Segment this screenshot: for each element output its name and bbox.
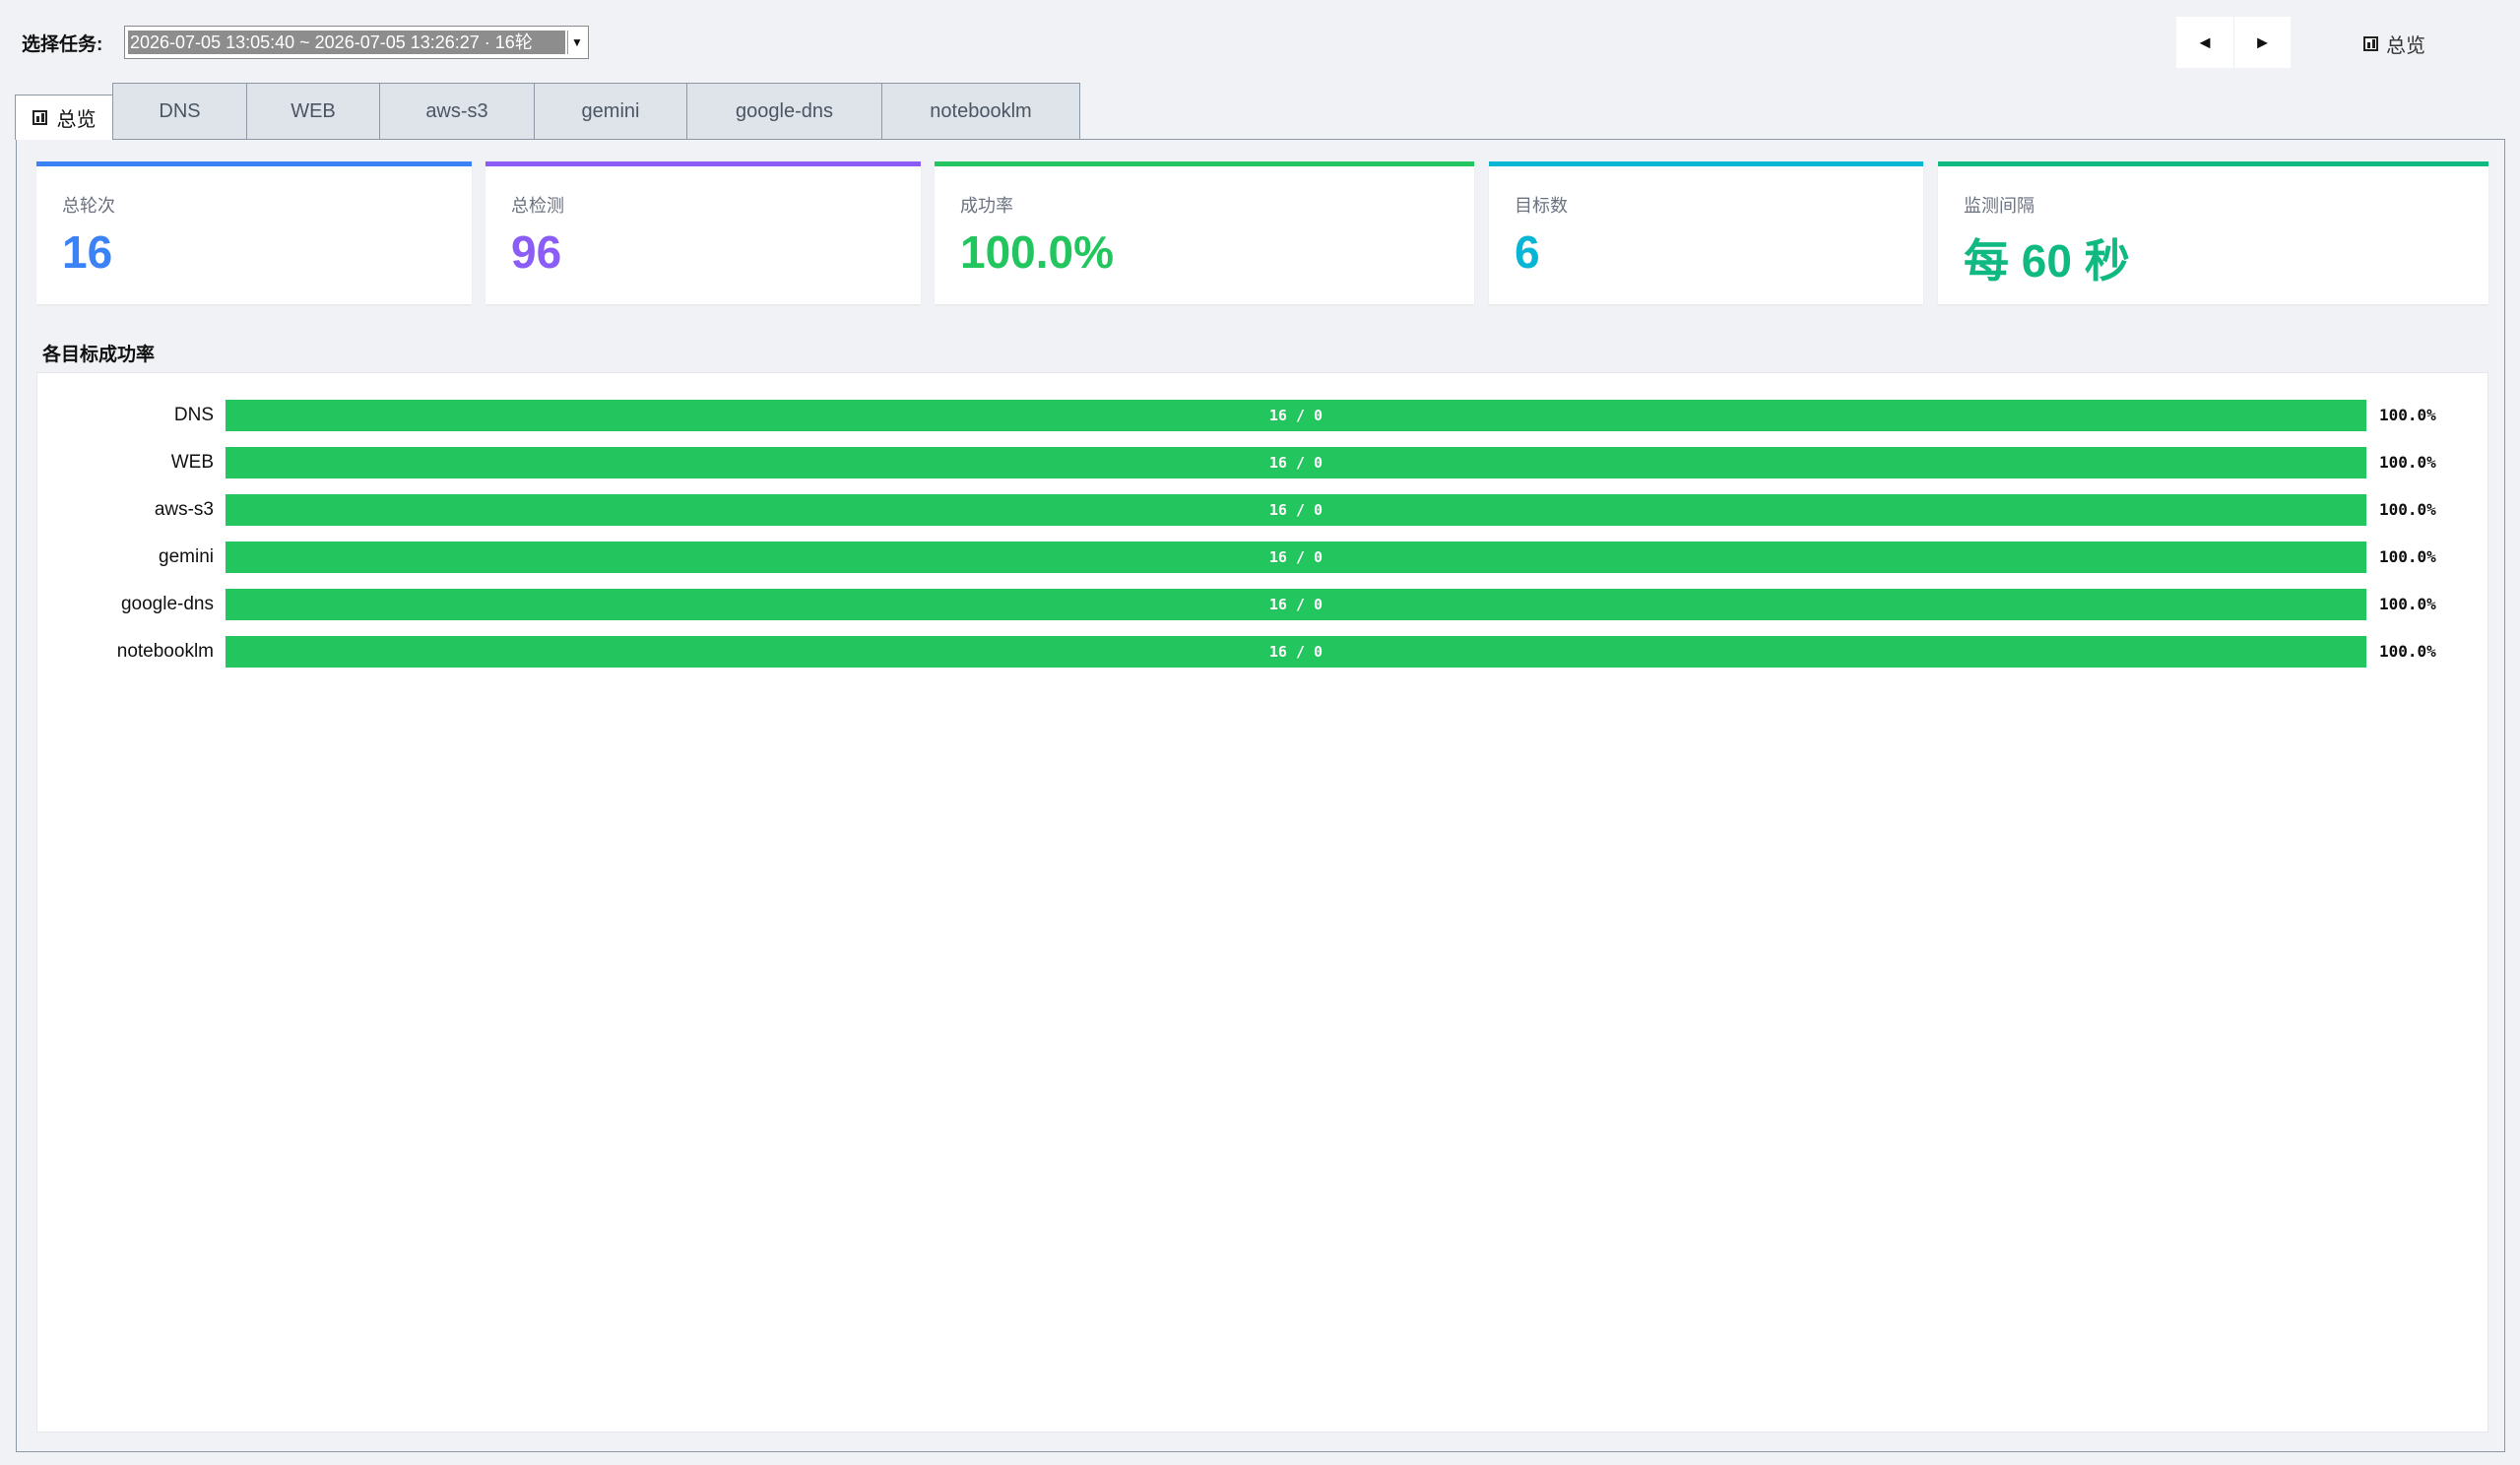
bar-chart-icon <box>32 110 47 125</box>
stat-cards: 总轮次 16 总检测 96 成功率 100.0% 目标数 6 监测间隔 每 60… <box>36 161 2488 304</box>
target-name: notebooklm <box>116 641 214 662</box>
tab-notebooklm[interactable]: notebooklm <box>881 83 1080 140</box>
target-count: 16 / 0 <box>1268 407 1324 424</box>
stat-label: 总检测 <box>511 196 564 216</box>
tab-label: aws-s3 <box>425 100 488 122</box>
task-select[interactable]: 2026-07-05 13:05:40 ~ 2026-07-05 13:26:2… <box>124 26 589 59</box>
round-nav: ◄ ► <box>2176 17 2291 68</box>
stat-value: 每 60 秒 <box>1964 235 2130 287</box>
target-row: google-dns 16 / 0 100.0% <box>37 589 2489 620</box>
stat-label: 监测间隔 <box>1964 196 2035 216</box>
stat-label: 目标数 <box>1515 196 1568 216</box>
stat-card-target-count: 目标数 6 <box>1489 161 1923 304</box>
target-bar-track: 16 / 0 <box>226 541 2366 573</box>
target-name: gemini <box>159 546 214 567</box>
target-name: google-dns <box>120 594 214 614</box>
tab-label: WEB <box>291 100 336 122</box>
tab-label: gemini <box>581 100 640 122</box>
target-row: gemini 16 / 0 100.0% <box>37 541 2489 573</box>
tab-aws-s3[interactable]: aws-s3 <box>379 83 535 140</box>
section-title: 各目标成功率 <box>42 345 156 365</box>
overview-button[interactable]: 总览 <box>2363 30 2425 58</box>
tab-overview[interactable]: 总览 <box>15 95 113 140</box>
stat-card-total-checks: 总检测 96 <box>485 161 921 304</box>
stat-card-total-rounds: 总轮次 16 <box>36 161 472 304</box>
overview-panel: 总轮次 16 总检测 96 成功率 100.0% 目标数 6 监测间隔 每 60… <box>16 139 2505 1452</box>
target-row: notebooklm 16 / 0 100.0% <box>37 636 2489 668</box>
target-row: DNS 16 / 0 100.0% <box>37 400 2489 431</box>
target-percent: 100.0% <box>2379 500 2436 519</box>
target-percent: 100.0% <box>2379 642 2436 661</box>
next-button[interactable]: ► <box>2233 17 2291 68</box>
tab-bar: 总览 DNS WEB aws-s3 gemini google-dns note… <box>15 81 1080 140</box>
target-percent: 100.0% <box>2379 595 2436 613</box>
target-count: 16 / 0 <box>1268 643 1324 661</box>
success-rate-chart: DNS 16 / 0 100.0% WEB 16 / 0 100.0% aws-… <box>36 372 2488 1433</box>
stat-label: 成功率 <box>960 196 1013 216</box>
target-name: WEB <box>170 452 214 473</box>
tab-label: notebooklm <box>930 100 1032 122</box>
target-count: 16 / 0 <box>1268 548 1324 566</box>
prev-button[interactable]: ◄ <box>2176 17 2233 68</box>
task-select-label: 选择任务: <box>22 34 103 55</box>
top-bar: 选择任务: 2026-07-05 13:05:40 ~ 2026-07-05 1… <box>0 0 2520 81</box>
tab-web[interactable]: WEB <box>246 83 380 140</box>
target-count: 16 / 0 <box>1268 501 1324 519</box>
target-count: 16 / 0 <box>1268 596 1324 613</box>
target-bar-track: 16 / 0 <box>226 447 2366 478</box>
stat-value: 96 <box>511 226 562 278</box>
target-percent: 100.0% <box>2379 453 2436 472</box>
overview-button-label: 总览 <box>2386 35 2425 57</box>
chevron-down-icon[interactable]: ▼ <box>567 31 586 54</box>
tab-label: 总览 <box>56 109 97 131</box>
stat-value: 16 <box>62 226 113 278</box>
target-row: WEB 16 / 0 100.0% <box>37 447 2489 478</box>
stat-value: 100.0% <box>960 226 1115 278</box>
stat-card-success-rate: 成功率 100.0% <box>935 161 1474 304</box>
target-name: aws-s3 <box>154 499 214 520</box>
target-bar-track: 16 / 0 <box>226 494 2366 526</box>
bar-chart-icon <box>2363 36 2378 51</box>
target-row: aws-s3 16 / 0 100.0% <box>37 494 2489 526</box>
task-select-value: 2026-07-05 13:05:40 ~ 2026-07-05 13:26:2… <box>128 31 565 54</box>
tab-google-dns[interactable]: google-dns <box>686 83 882 140</box>
target-percent: 100.0% <box>2379 406 2436 424</box>
target-count: 16 / 0 <box>1268 454 1324 472</box>
stat-value: 6 <box>1515 226 1540 278</box>
target-percent: 100.0% <box>2379 547 2436 566</box>
target-bar-track: 16 / 0 <box>226 636 2366 668</box>
target-name: DNS <box>173 405 214 425</box>
stat-label: 总轮次 <box>62 196 115 216</box>
tab-gemini[interactable]: gemini <box>534 83 687 140</box>
tab-dns[interactable]: DNS <box>112 83 247 140</box>
tab-label: google-dns <box>736 100 833 122</box>
target-bar-track: 16 / 0 <box>226 400 2366 431</box>
target-bar-track: 16 / 0 <box>226 589 2366 620</box>
stat-card-interval: 监测间隔 每 60 秒 <box>1938 161 2488 304</box>
tab-label: DNS <box>159 100 201 122</box>
